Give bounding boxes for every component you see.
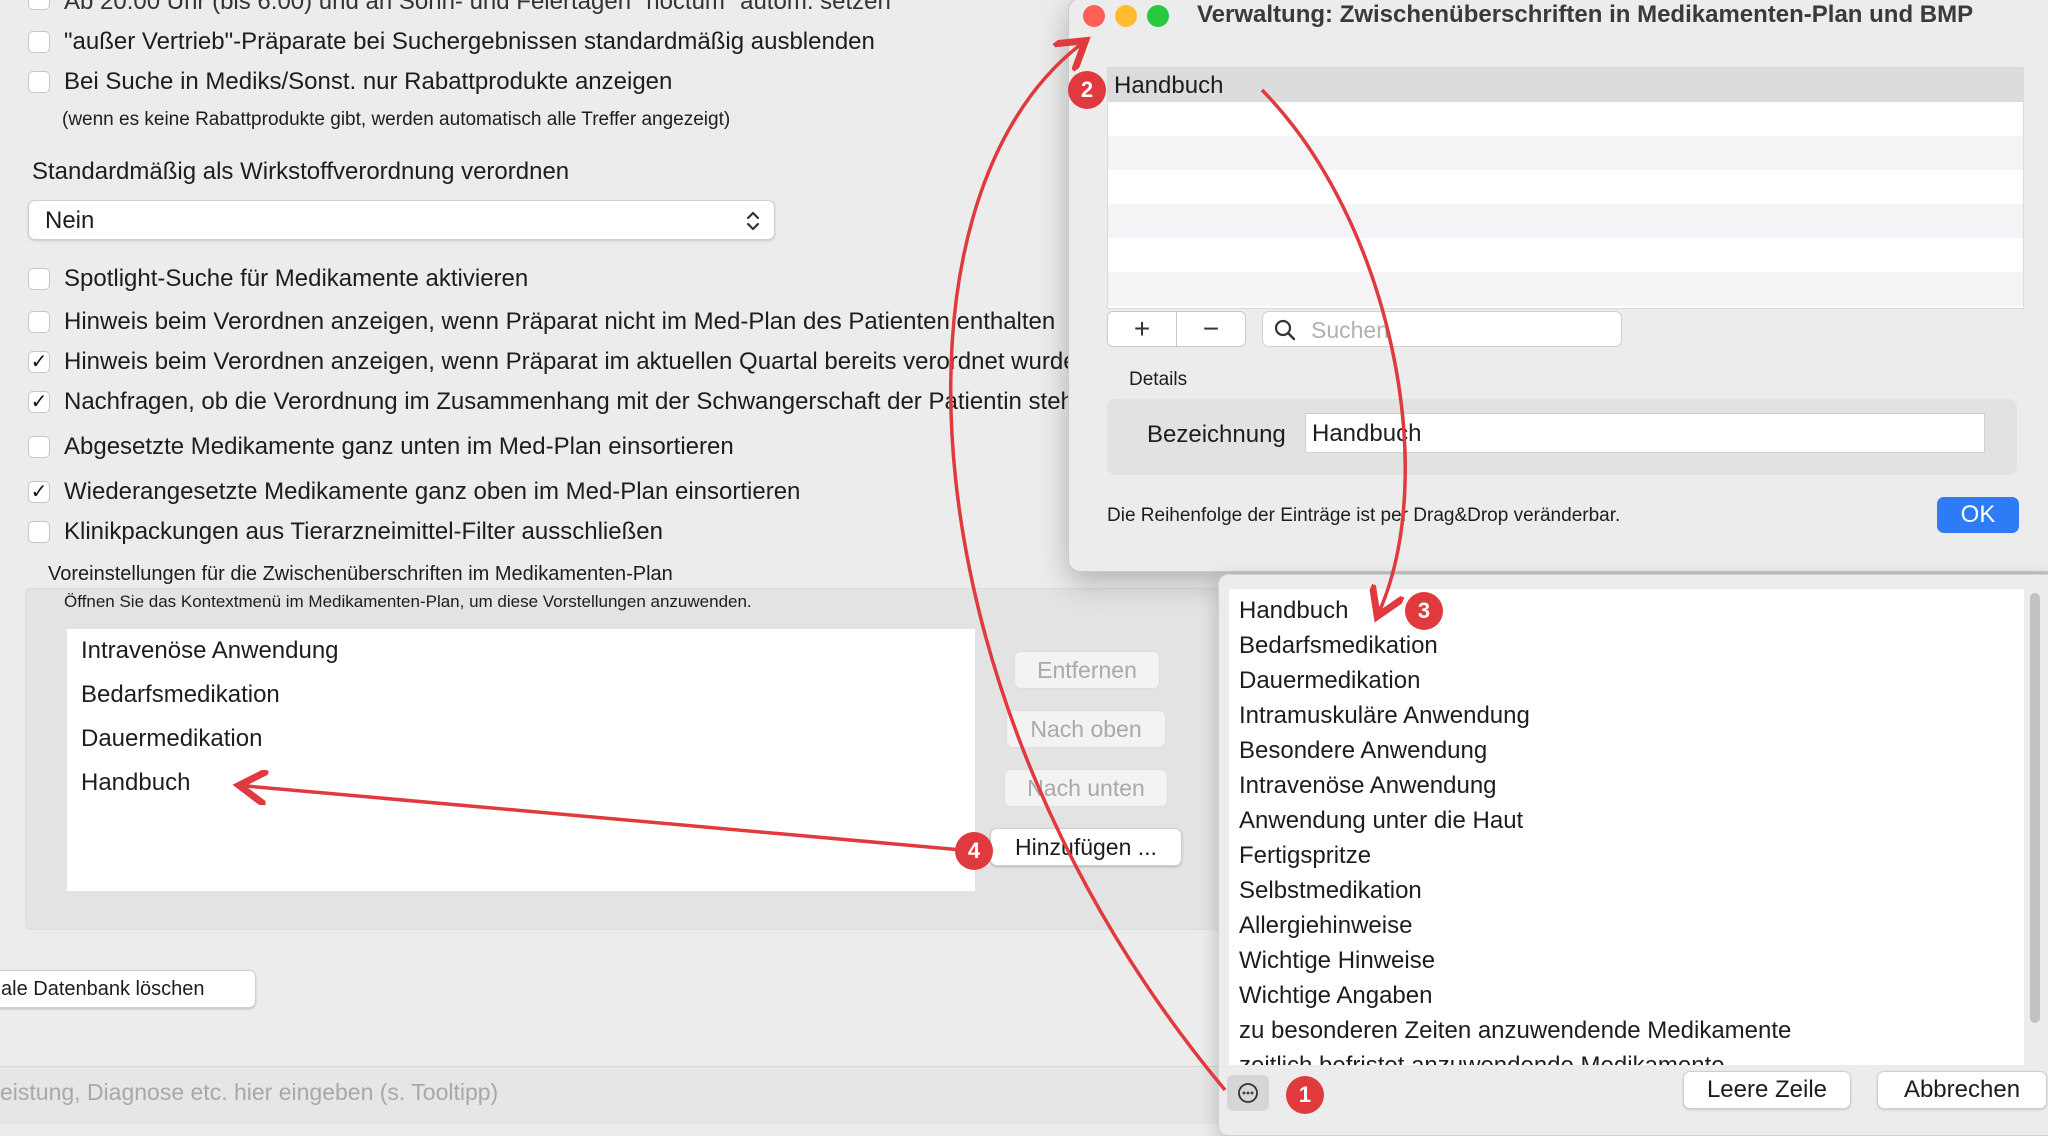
- group-title: Voreinstellungen für die Zwischenübersch…: [48, 563, 673, 585]
- move-up-button[interactable]: Nach oben: [1006, 710, 1166, 748]
- option-abgesetzte-label: Abgesetzte Medikamente ganz unten im Med…: [64, 433, 734, 460]
- list-item[interactable]: Handbuch: [1239, 597, 1348, 625]
- list-item[interactable]: Anwendung unter die Haut: [1239, 807, 1523, 835]
- group-hint: Öffnen Sie das Kontextmenü im Medikament…: [64, 592, 752, 611]
- table-row[interactable]: [1108, 272, 2023, 306]
- wirkstoff-select-value: Nein: [45, 207, 95, 234]
- list-item[interactable]: Dauermedikation: [81, 725, 262, 753]
- list-item[interactable]: Bedarfsmedikation: [1239, 632, 1438, 660]
- option-klinikpackungen-label: Klinikpackungen aus Tierarzneimittel-Fil…: [64, 518, 663, 545]
- option-noctum-label: Ab 20:00 Uhr (bis 6:00) und an Sonn- und…: [64, 0, 891, 15]
- search-input[interactable]: Suchen: [1262, 311, 1622, 347]
- management-dialog: Verwaltung: Zwischenüberschriften in Med…: [1068, 0, 2048, 572]
- option-spotlight-label: Spotlight-Suche für Medikamente aktivier…: [64, 265, 529, 292]
- list-item[interactable]: Intramuskuläre Anwendung: [1239, 702, 1530, 730]
- table-row[interactable]: [1108, 170, 2023, 204]
- details-box: Bezeichnung Handbuch: [1107, 399, 2017, 475]
- table-row[interactable]: [1108, 204, 2023, 238]
- annotation-badge-3: 3: [1405, 592, 1443, 630]
- annotation-badge-1: 1: [1286, 1076, 1324, 1114]
- annotation-badge-2: 2: [1068, 71, 1106, 109]
- ellipsis-circle-icon: [1238, 1083, 1258, 1103]
- option-hinweis-quartal-label: Hinweis beim Verordnen anzeigen, wenn Pr…: [64, 348, 1077, 375]
- search-icon: [1274, 319, 1296, 341]
- cancel-button[interactable]: Abbrechen: [1877, 1071, 2047, 1109]
- list-item[interactable]: zeitlich befristet anzuwendende Medikame…: [1239, 1052, 1725, 1065]
- list-item[interactable]: Intravenöse Anwendung: [1239, 772, 1497, 800]
- option-schwangerschaft-label: Nachfragen, ob die Verordnung im Zusamme…: [64, 388, 1081, 415]
- table-cell: Handbuch: [1114, 72, 1224, 99]
- checkbox-noctum[interactable]: [28, 0, 50, 10]
- ok-button[interactable]: OK: [1937, 497, 2019, 533]
- headings-table[interactable]: Handbuch: [1107, 67, 2024, 309]
- checkbox-hinweis-nicht-im-plan[interactable]: [28, 311, 50, 333]
- details-label: Details: [1129, 369, 1188, 390]
- checkbox-ausser-vertrieb[interactable]: [28, 31, 50, 53]
- option-hinweis-nicht-im-plan-label: Hinweis beim Verordnen anzeigen, wenn Pr…: [64, 308, 1056, 335]
- list-item[interactable]: Allergiehinweise: [1239, 912, 1412, 940]
- list-item[interactable]: Bedarfsmedikation: [81, 681, 280, 709]
- checkbox-schwangerschaft[interactable]: ✓: [28, 391, 50, 413]
- empty-row-button[interactable]: Leere Zeile: [1683, 1071, 1851, 1109]
- list-item[interactable]: Besondere Anwendung: [1239, 737, 1487, 765]
- bezeichnung-field[interactable]: Handbuch: [1305, 413, 1985, 453]
- bottom-input-placeholder: eistung, Diagnose etc. hier eingeben (s.…: [0, 1079, 499, 1105]
- remove-button[interactable]: Entfernen: [1014, 651, 1160, 689]
- checkbox-rabatt[interactable]: [28, 71, 50, 93]
- checkbox-abgesetzte[interactable]: [28, 436, 50, 458]
- option-ausser-vertrieb-label: "außer Vertrieb"-Präparate bei Suchergeb…: [64, 28, 875, 55]
- add-row-button[interactable]: +: [1107, 311, 1177, 347]
- bezeichnung-value: Handbuch: [1312, 420, 1422, 447]
- table-row[interactable]: Handbuch: [1108, 68, 2023, 102]
- popup-list[interactable]: Handbuch Bedarfsmedikation Dauermedikati…: [1229, 589, 2024, 1065]
- list-item[interactable]: Intravenöse Anwendung: [81, 637, 339, 665]
- bezeichnung-label: Bezeichnung: [1147, 421, 1286, 448]
- checkbox-hinweis-quartal[interactable]: ✓: [28, 351, 50, 373]
- option-wiederangesetzte-label: Wiederangesetzte Medikamente ganz oben i…: [64, 478, 801, 505]
- option-rabatt-label: Bei Suche in Mediks/Sonst. nur Rabattpro…: [64, 68, 673, 95]
- annotation-badge-4: 4: [955, 832, 993, 870]
- table-row[interactable]: [1108, 102, 2023, 136]
- checkbox-spotlight[interactable]: [28, 268, 50, 290]
- list-item[interactable]: Wichtige Hinweise: [1239, 947, 1435, 975]
- wirkstoff-select[interactable]: Nein: [28, 200, 775, 240]
- list-item[interactable]: zu besonderen Zeiten anzuwendende Medika…: [1239, 1017, 1791, 1045]
- dialog-footer-hint: Die Reihenfolge der Einträge ist per Dra…: [1107, 505, 1621, 526]
- scrollbar-thumb[interactable]: [2030, 593, 2040, 1023]
- list-item[interactable]: Handbuch: [81, 769, 190, 797]
- move-down-button[interactable]: Nach unten: [1004, 769, 1168, 807]
- zoom-window-icon[interactable]: [1147, 5, 1169, 27]
- bottom-input-bar[interactable]: eistung, Diagnose etc. hier eingeben (s.…: [0, 1066, 1230, 1124]
- close-window-icon[interactable]: [1083, 5, 1105, 27]
- headings-popup: Handbuch Bedarfsmedikation Dauermedikati…: [1218, 574, 2048, 1136]
- updown-chevron-icon: [746, 211, 760, 231]
- more-options-button[interactable]: [1227, 1075, 1269, 1111]
- checkbox-klinikpackungen[interactable]: [28, 521, 50, 543]
- list-item[interactable]: Fertigspritze: [1239, 842, 1371, 870]
- search-placeholder: Suchen: [1311, 317, 1390, 343]
- wirkstoff-label: Standardmäßig als Wirkstoffverordnung ve…: [32, 158, 570, 185]
- list-item[interactable]: Selbstmedikation: [1239, 877, 1422, 905]
- add-button[interactable]: Hinzufügen ...: [990, 828, 1182, 866]
- checkbox-wiederangesetzte[interactable]: ✓: [28, 481, 50, 503]
- table-row[interactable]: [1108, 136, 2023, 170]
- rabatt-hint: (wenn es keine Rabattprodukte gibt, werd…: [62, 109, 731, 130]
- remove-row-button[interactable]: −: [1176, 311, 1246, 347]
- minimize-window-icon[interactable]: [1115, 5, 1137, 27]
- zwischenueberschriften-list[interactable]: Intravenöse Anwendung Bedarfsmedikation …: [66, 628, 976, 892]
- list-item[interactable]: Wichtige Angaben: [1239, 982, 1432, 1010]
- table-row[interactable]: [1108, 238, 2023, 272]
- popup-scrollbar[interactable]: [2027, 593, 2043, 1043]
- list-item[interactable]: Dauermedikation: [1239, 667, 1420, 695]
- dialog-title: Verwaltung: Zwischenüberschriften in Med…: [1197, 1, 1974, 28]
- delete-database-button[interactable]: ale Datenbank löschen: [0, 970, 256, 1008]
